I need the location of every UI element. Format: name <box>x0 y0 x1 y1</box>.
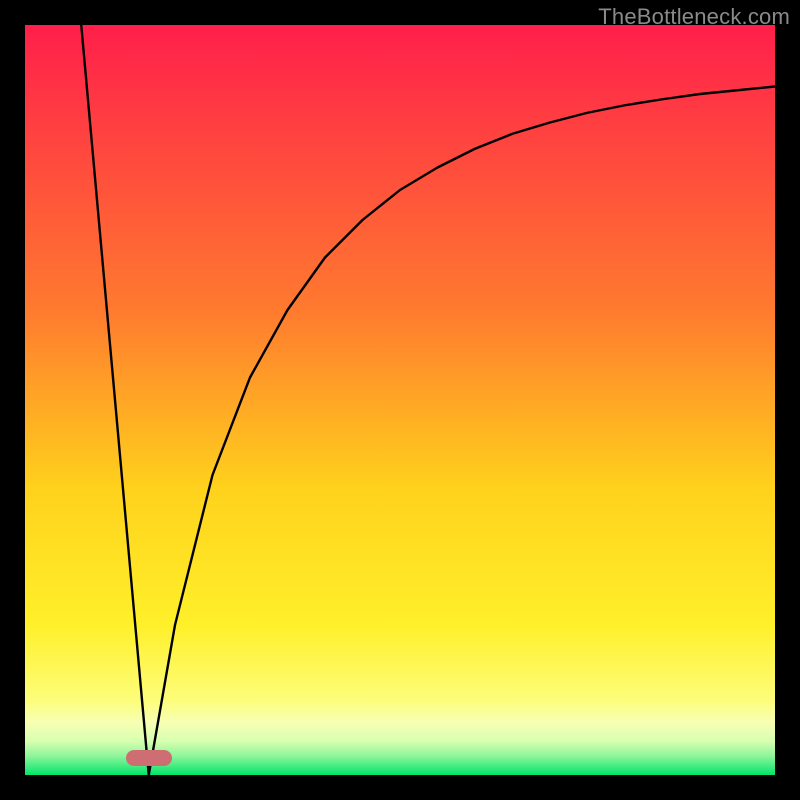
chart-frame: TheBottleneck.com <box>0 0 800 800</box>
minimum-marker <box>126 750 172 766</box>
watermark-label: TheBottleneck.com <box>598 4 790 30</box>
plot-area <box>25 25 775 775</box>
bottleneck-curve <box>25 25 775 775</box>
